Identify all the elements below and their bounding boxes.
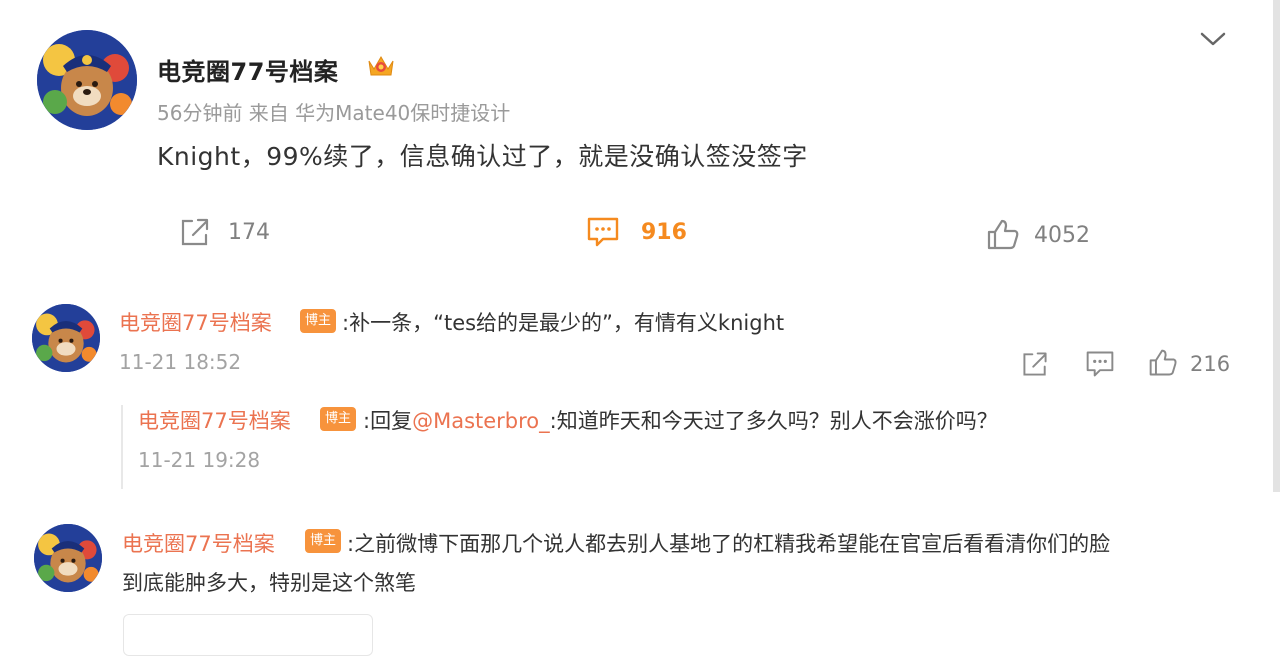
comment-text-line1: :之前微博下面那几个说人都去别人基地了的杠精我希望能在官宣后看看清你们的脸 (347, 532, 1111, 556)
crown-icon (368, 56, 394, 76)
reply-author-name[interactable]: 电竞圈77号档案 (138, 405, 291, 435)
post-meta: 56分钟前 来自 华为Mate40保时捷设计 (157, 101, 511, 125)
like-button[interactable]: 4052 (986, 218, 1090, 252)
post-text: Knight，99%续了，信息确认过了，就是没确认签没签字 (157, 142, 808, 171)
author-badge: 博主 (320, 407, 357, 431)
comment-icon (587, 217, 619, 247)
share-icon (181, 218, 209, 246)
scrollbar[interactable] (1273, 0, 1280, 492)
reply-prefix: :回复 (363, 409, 413, 433)
author-badge: 博主 (305, 529, 342, 553)
reply-body: :知道昨天和今天过了多久吗？别人不会涨价吗？ (549, 409, 998, 433)
comment-time: 11-21 18:52 (119, 350, 242, 374)
reply-time: 11-21 19:28 (138, 448, 261, 472)
chevron-down-icon[interactable] (1198, 28, 1228, 50)
like-icon[interactable] (1148, 348, 1178, 378)
comment-text-line2: 到底能肿多大，特别是这个煞笔 (122, 571, 416, 595)
like-icon (987, 219, 1019, 250)
share-icon[interactable] (1019, 349, 1051, 379)
reply-text: :回复@Masterbro_:知道昨天和今天过了多久吗？别人不会涨价吗？ (363, 405, 998, 435)
reply-thread-line (121, 405, 123, 489)
comment-count: 916 (641, 219, 687, 245)
comment-icon[interactable] (1084, 349, 1116, 379)
comment-button[interactable]: 916 (585, 215, 687, 249)
comment-like-count: 216 (1190, 352, 1231, 376)
like-count: 4052 (1034, 222, 1090, 248)
next-item-card (123, 614, 373, 656)
avatar[interactable] (37, 30, 137, 130)
avatar[interactable] (32, 304, 100, 372)
avatar[interactable] (34, 524, 102, 592)
comment-author-name[interactable]: 电竞圈77号档案 (119, 307, 272, 337)
mention-link[interactable]: @Masterbro_ (412, 409, 550, 433)
share-button[interactable]: 174 (178, 215, 270, 249)
comment-author-name[interactable]: 电竞圈77号档案 (122, 528, 275, 558)
author-badge: 博主 (300, 309, 337, 333)
comment-text: :补一条，“tes给的是最少的”，有情有义knight (342, 311, 785, 335)
post-author-name[interactable]: 电竞圈77号档案 (157, 52, 338, 87)
share-count: 174 (228, 219, 270, 245)
